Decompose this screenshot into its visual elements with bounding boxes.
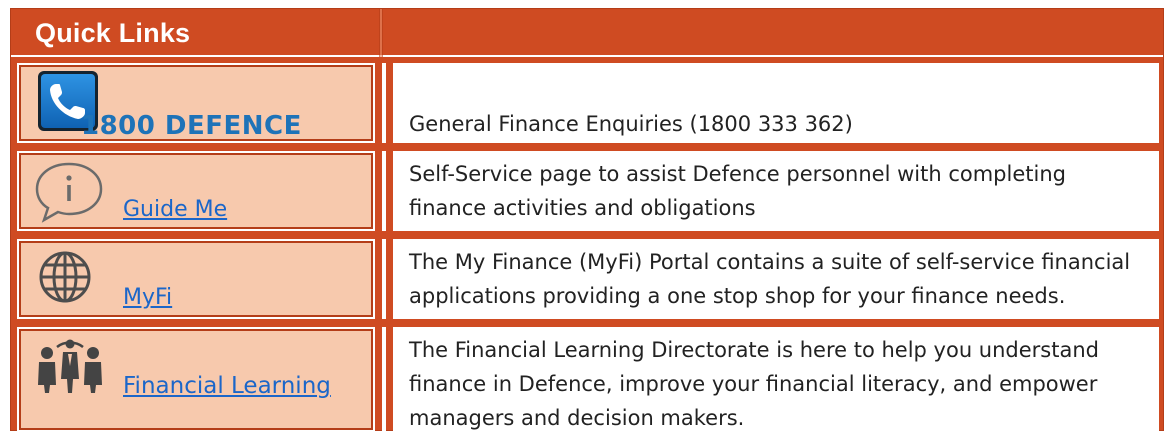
phone-label[interactable]: 1800 DEFENCE xyxy=(81,111,302,141)
table-row: Financial Learning The Financial Learnin… xyxy=(11,323,1163,432)
guide-me-link[interactable]: Guide Me xyxy=(123,197,227,222)
info-speech-bubble-icon xyxy=(35,162,103,223)
link-cell-1800-defence[interactable]: 1800 DEFENCE xyxy=(17,63,375,143)
description-cell: General Finance Enquiries (1800 333 362) xyxy=(382,63,1159,143)
description-cell: The Financial Learning Directorate is he… xyxy=(382,327,1159,432)
table-row: MyFi The My Finance (MyFi) Portal contai… xyxy=(11,235,1163,323)
link-cell-guide-me[interactable]: Guide Me xyxy=(17,151,375,231)
quick-links-table: Quick Links 1800 DEFENCE General Finance… xyxy=(10,8,1164,432)
link-cell-financial-learning[interactable]: Financial Learning xyxy=(17,327,375,432)
financial-learning-link[interactable]: Financial Learning xyxy=(123,373,331,399)
header-title: Quick Links xyxy=(35,18,191,48)
globe-icon xyxy=(39,251,91,303)
description-cell: Self-Service page to assist Defence pers… xyxy=(382,151,1159,231)
table-row: 1800 DEFENCE General Finance Enquiries (… xyxy=(11,59,1163,147)
table-body: 1800 DEFENCE General Finance Enquiries (… xyxy=(11,59,1163,432)
description-cell: The My Finance (MyFi) Portal contains a … xyxy=(382,239,1159,319)
row-description: The My Finance (MyFi) Portal contains a … xyxy=(409,250,1131,308)
myfi-link[interactable]: MyFi xyxy=(123,285,172,310)
header-divider xyxy=(379,9,383,57)
table-header: Quick Links xyxy=(11,9,1163,57)
row-description: Self-Service page to assist Defence pers… xyxy=(409,162,1066,220)
row-description: The Financial Learning Directorate is he… xyxy=(409,338,1099,430)
people-group-icon xyxy=(38,339,102,393)
link-cell-myfi[interactable]: MyFi xyxy=(17,239,375,319)
row-description: General Finance Enquiries (1800 333 362) xyxy=(409,112,853,136)
table-row: Guide Me Self-Service page to assist Def… xyxy=(11,147,1163,235)
